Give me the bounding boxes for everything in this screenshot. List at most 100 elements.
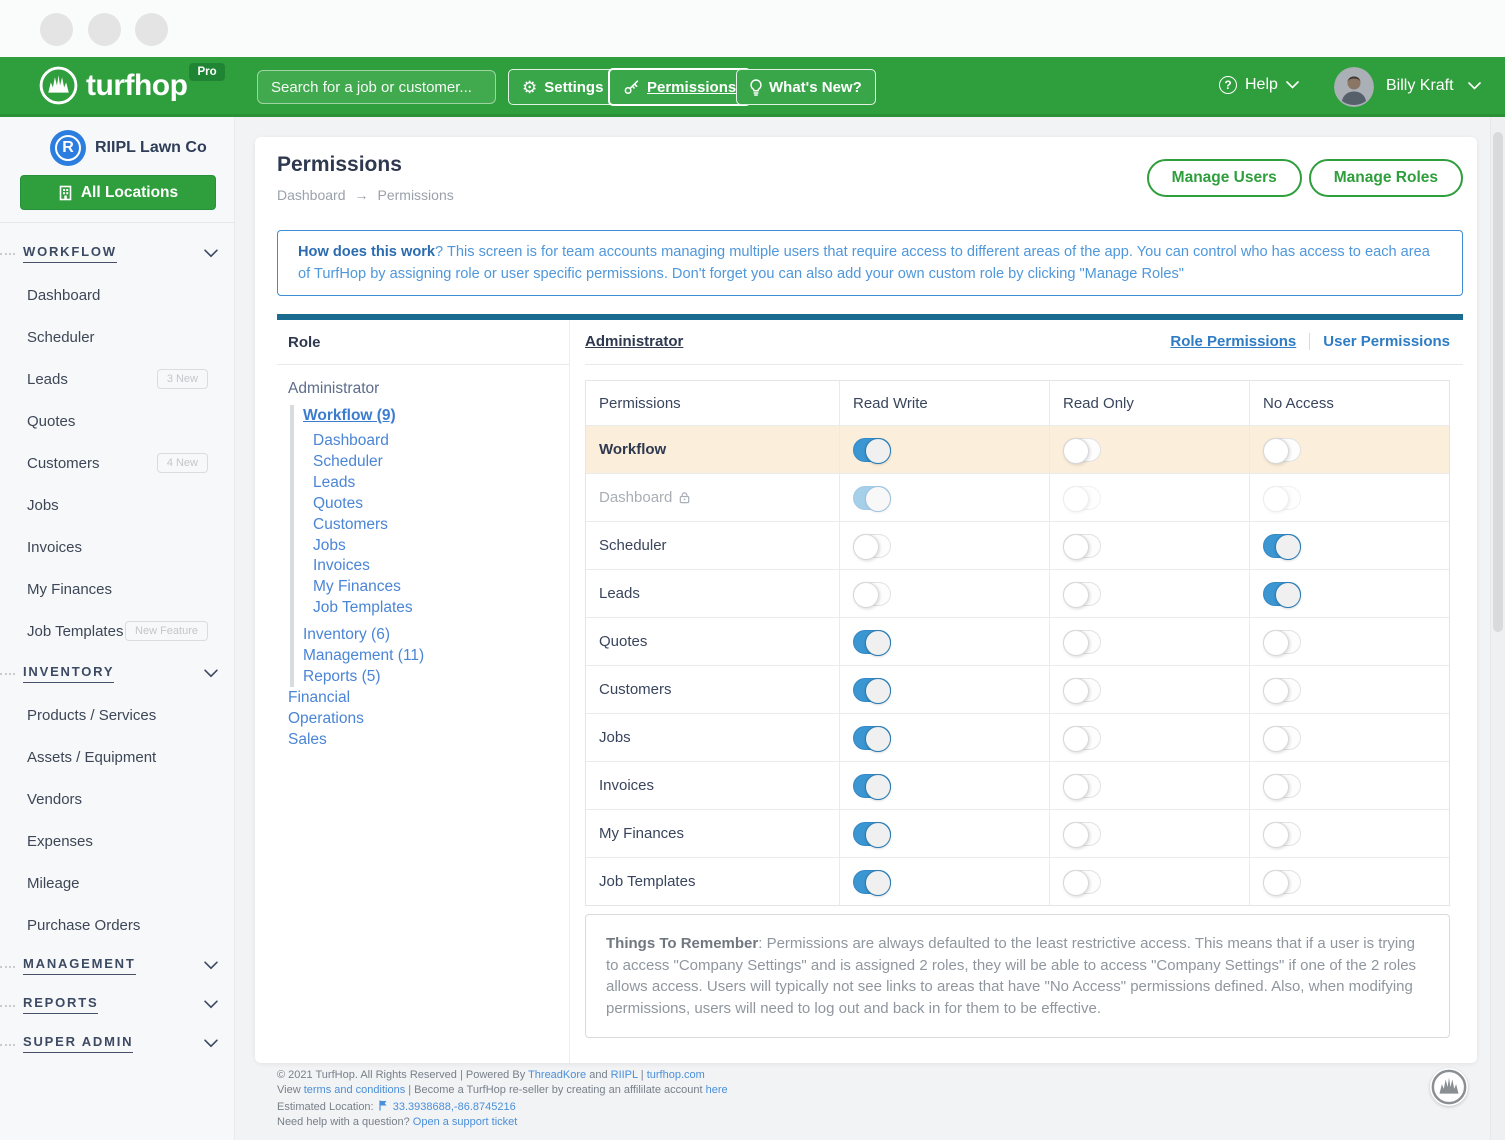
breadcrumb-dashboard[interactable]: Dashboard	[277, 187, 346, 203]
tab-user-permissions[interactable]: User Permissions	[1323, 333, 1450, 350]
coordinates-link[interactable]: 33.3938688,-86.8745216	[393, 1101, 516, 1113]
scrollbar-track[interactable]	[1490, 117, 1505, 1140]
tree-leaf-leads[interactable]: Leads	[313, 473, 569, 494]
toggle-no-access[interactable]	[1263, 822, 1301, 846]
sidebar-item-my-finances[interactable]: My Finances	[0, 568, 235, 610]
tree-leaf-jobs[interactable]: Jobs	[313, 536, 569, 557]
tab-role-permissions[interactable]: Role Permissions	[1170, 333, 1296, 350]
sidebar-section-super-admin[interactable]: SUPER ADMIN	[0, 1024, 235, 1063]
tree-leaf-quotes[interactable]: Quotes	[313, 494, 569, 515]
toggle-read-write[interactable]	[853, 678, 891, 702]
window-circle	[135, 13, 168, 46]
column-permissions: Permissions	[586, 381, 839, 425]
toggle-no-access[interactable]	[1263, 630, 1301, 654]
sidebar-item-job-templates[interactable]: Job TemplatesNew Feature	[0, 610, 235, 652]
page-actions: Manage Users Manage Roles	[1147, 159, 1463, 197]
toggle-no-access[interactable]	[1263, 678, 1301, 702]
sidebar-item-leads[interactable]: Leads3 New	[0, 358, 235, 400]
toggle-no-access[interactable]	[1263, 438, 1301, 462]
whats-new-button[interactable]: What's New?	[736, 69, 876, 105]
toggle-no-access	[1263, 486, 1301, 510]
user-avatar[interactable]	[1334, 67, 1374, 107]
tree-role-sales[interactable]: Sales	[288, 729, 569, 750]
manage-roles-button[interactable]: Manage Roles	[1309, 159, 1463, 197]
new-feature-badge: New Feature	[125, 621, 208, 641]
sidebar-section-management[interactable]: MANAGEMENT	[0, 946, 235, 985]
chevron-down-icon	[204, 669, 218, 678]
tree-group-management[interactable]: Management (11)	[303, 645, 569, 666]
brand-logo[interactable]: turfhop Pro	[38, 65, 223, 106]
tree-role-administrator[interactable]: Administrator	[288, 378, 569, 399]
sidebar-item-scheduler[interactable]: Scheduler	[0, 316, 235, 358]
selected-role-label[interactable]: Administrator	[585, 333, 683, 350]
toggle-read-write[interactable]	[853, 438, 891, 462]
sidebar-section-inventory[interactable]: INVENTORY	[0, 652, 235, 694]
riipl-link[interactable]: RIIPL	[611, 1069, 638, 1081]
chevron-down-icon	[1468, 82, 1481, 90]
permissions-button[interactable]: Permissions	[608, 68, 751, 106]
help-menu[interactable]: ? Help	[1219, 76, 1299, 94]
toggle-read-write[interactable]	[853, 582, 891, 606]
scrollbar-thumb[interactable]	[1493, 132, 1503, 632]
toggle-read-write[interactable]	[853, 822, 891, 846]
sidebar-item-mileage[interactable]: Mileage	[0, 862, 235, 904]
tree-leaf-job-templates[interactable]: Job Templates	[313, 598, 569, 619]
toggle-read-write[interactable]	[853, 630, 891, 654]
turfhop-grass-icon	[1430, 1068, 1468, 1106]
settings-button[interactable]: ⚙ Settings	[508, 69, 617, 105]
toggle-read-only[interactable]	[1063, 582, 1101, 606]
toggle-read-only[interactable]	[1063, 630, 1101, 654]
toggle-read-only[interactable]	[1063, 534, 1101, 558]
tree-group-reports[interactable]: Reports (5)	[303, 666, 569, 687]
sidebar-section-workflow[interactable]: WORKFLOW	[0, 232, 235, 274]
sidebar-item-assets-equipment[interactable]: Assets / Equipment	[0, 736, 235, 778]
toggle-no-access[interactable]	[1263, 582, 1301, 606]
affiliate-here-link[interactable]: here	[706, 1084, 728, 1096]
toggle-read-only[interactable]	[1063, 726, 1101, 750]
tree-leaf-scheduler[interactable]: Scheduler	[313, 452, 569, 473]
toggle-read-only[interactable]	[1063, 870, 1101, 894]
all-locations-button[interactable]: All Locations	[20, 175, 216, 210]
toggle-no-access[interactable]	[1263, 774, 1301, 798]
sidebar-item-customers[interactable]: Customers4 New	[0, 442, 235, 484]
toggle-read-write[interactable]	[853, 870, 891, 894]
toggle-read-only[interactable]	[1063, 774, 1101, 798]
sidebar-item-jobs[interactable]: Jobs	[0, 484, 235, 526]
toggle-read-write[interactable]	[853, 534, 891, 558]
sidebar-item-purchase-orders[interactable]: Purchase Orders	[0, 904, 235, 946]
toggle-no-access[interactable]	[1263, 870, 1301, 894]
support-ticket-link[interactable]: Open a support ticket	[413, 1116, 518, 1128]
toggle-no-access[interactable]	[1263, 534, 1301, 558]
toggle-read-write[interactable]	[853, 726, 891, 750]
tree-leaf-invoices[interactable]: Invoices	[313, 556, 569, 577]
turfhop-chat-bubble[interactable]	[1430, 1068, 1468, 1106]
tree-leaf-customers[interactable]: Customers	[313, 515, 569, 536]
sidebar-item-expenses[interactable]: Expenses	[0, 820, 235, 862]
sidebar-item-products-services[interactable]: Products / Services	[0, 694, 235, 736]
sidebar-item-invoices[interactable]: Invoices	[0, 526, 235, 568]
sidebar-item-quotes[interactable]: Quotes	[0, 400, 235, 442]
search-input[interactable]	[257, 70, 496, 104]
tree-role-financial[interactable]: Financial	[288, 687, 569, 708]
tree-group-workflow[interactable]: Workflow (9)	[303, 405, 396, 427]
chevron-down-icon	[204, 1039, 218, 1048]
sidebar-section-reports[interactable]: REPORTS	[0, 985, 235, 1024]
user-menu[interactable]: Billy Kraft	[1386, 77, 1481, 95]
sidebar-item-vendors[interactable]: Vendors	[0, 778, 235, 820]
toggle-read-only[interactable]	[1063, 678, 1101, 702]
threadkore-link[interactable]: ThreadKore	[528, 1069, 586, 1081]
turfhop-link[interactable]: turfhop.com	[647, 1069, 705, 1081]
toggle-no-access[interactable]	[1263, 726, 1301, 750]
company-switcher[interactable]: R RIIPL Lawn Co	[50, 130, 207, 166]
column-no-access: No Access	[1249, 381, 1449, 425]
toggle-read-only[interactable]	[1063, 822, 1101, 846]
tree-group-inventory[interactable]: Inventory (6)	[303, 624, 569, 645]
terms-link[interactable]: terms and conditions	[304, 1084, 406, 1096]
tree-leaf-my-finances[interactable]: My Finances	[313, 577, 569, 598]
toggle-read-write[interactable]	[853, 774, 891, 798]
tree-role-operations[interactable]: Operations	[288, 708, 569, 729]
sidebar-item-dashboard[interactable]: Dashboard	[0, 274, 235, 316]
tree-leaf-dashboard[interactable]: Dashboard	[313, 431, 569, 452]
manage-users-button[interactable]: Manage Users	[1147, 159, 1302, 197]
toggle-read-only[interactable]	[1063, 438, 1101, 462]
